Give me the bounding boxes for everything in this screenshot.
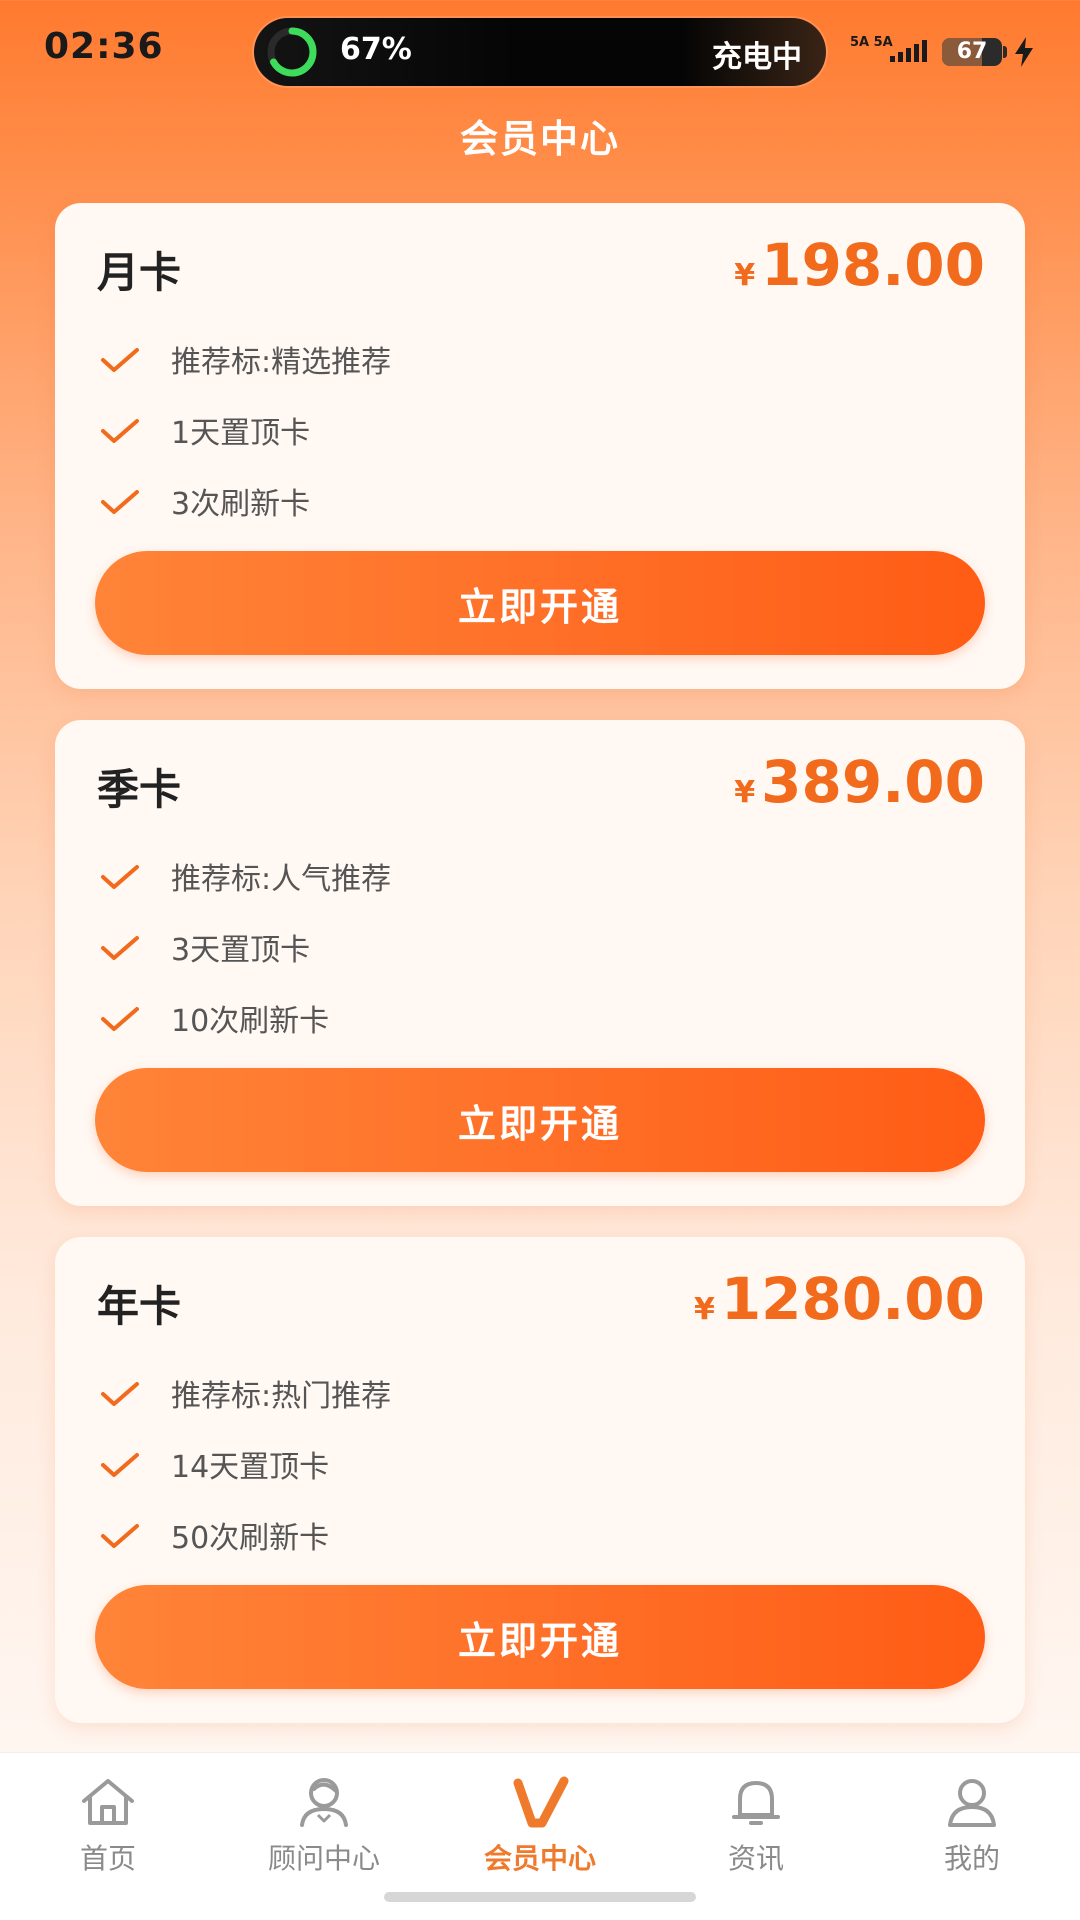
feature-text: 推荐标:精选推荐 [171,344,392,380]
currency-symbol: ¥ [693,1292,715,1327]
check-icon [101,1452,139,1477]
check-icon [101,418,139,443]
plan-name: 月卡 [97,248,182,297]
check-icon [101,1381,139,1406]
feature-item: 1天置顶卡 [97,394,391,465]
price-amount: 1280.00 [720,1265,985,1333]
status-time: 02:36 [44,26,164,67]
charging-percent: 67% [340,32,412,67]
check-icon [101,347,139,372]
feature-text: 14天置顶卡 [171,1449,330,1485]
advisor-icon [300,1778,348,1827]
feature-item: 推荐标:精选推荐 [97,323,391,394]
check-icon [101,489,139,514]
tab-label: 首页 [79,1842,136,1875]
signal-indicator: 5A 5A [850,36,930,70]
feature-item: 10次刷新卡 [97,982,391,1053]
subscribe-button[interactable]: 立即开通 [95,1585,985,1689]
battery-tip [1003,46,1007,58]
page-title: 会员中心 [459,117,620,161]
plan-price: ¥1280.00 [694,1265,985,1333]
status-bar: 02:36 67% 充电中 5A 5A 67 [0,0,1080,100]
feature-text: 3天置顶卡 [171,932,311,968]
feature-text: 推荐标:人气推荐 [171,861,392,897]
feature-text: 50次刷新卡 [171,1520,330,1556]
signal-bars-icon [890,40,927,62]
check-icon [101,1523,139,1548]
subscribe-button[interactable]: 立即开通 [95,551,985,655]
currency-symbol: ¥ [734,258,756,293]
battery-icon: 67 [942,38,1002,66]
plan-price: ¥198.00 [734,231,985,299]
feature-item: 3天置顶卡 [97,911,391,982]
currency-symbol: ¥ [734,775,756,810]
feature-list: 推荐标:人气推荐 3天置顶卡 10次刷新卡 [97,840,391,1053]
feature-text: 3次刷新卡 [171,486,311,522]
vip-icon [513,1776,569,1828]
price-amount: 198.00 [761,231,985,299]
plan-price: ¥389.00 [734,748,985,816]
plan-card-quarterly: 季卡 ¥389.00 推荐标:人气推荐 3天置顶卡 10次刷新卡 立即开通 [55,720,1025,1206]
home-indicator[interactable] [384,1892,696,1902]
bell-icon [732,1781,780,1825]
tab-label: 资讯 [727,1842,784,1875]
feature-item: 推荐标:热门推荐 [97,1357,391,1428]
charging-bolt-icon [1015,37,1033,67]
feature-text: 10次刷新卡 [171,1003,330,1039]
charging-ring-icon [267,27,317,77]
feature-item: 50次刷新卡 [97,1499,391,1570]
tab-label: 会员中心 [483,1842,596,1875]
feature-list: 推荐标:精选推荐 1天置顶卡 3次刷新卡 [97,323,391,536]
network-type-label: 5A 5A [850,35,893,50]
tab-profile[interactable]: 我的 [864,1775,1080,1885]
check-icon [101,1006,139,1031]
feature-item: 3次刷新卡 [97,465,391,536]
tab-member-center[interactable]: 会员中心 [432,1775,648,1885]
plan-card-yearly: 年卡 ¥1280.00 推荐标:热门推荐 14天置顶卡 50次刷新卡 立即开通 [55,1237,1025,1723]
charging-status: 充电中 [712,40,802,75]
feature-item: 推荐标:人气推荐 [97,840,391,911]
plan-card-monthly: 月卡 ¥198.00 推荐标:精选推荐 1天置顶卡 3次刷新卡 立即开通 [55,203,1025,689]
plan-name: 季卡 [97,765,182,814]
tab-news[interactable]: 资讯 [648,1775,864,1885]
charging-island: 67% 充电中 [254,18,826,86]
battery-level-text: 67 [956,39,988,64]
home-icon [82,1779,134,1825]
plan-name: 年卡 [97,1282,182,1331]
subscribe-button[interactable]: 立即开通 [95,1068,985,1172]
tab-label: 顾问中心 [267,1842,380,1875]
feature-list: 推荐标:热门推荐 14天置顶卡 50次刷新卡 [97,1357,391,1570]
feature-text: 1天置顶卡 [171,415,311,451]
feature-item: 14天置顶卡 [97,1428,391,1499]
feature-text: 推荐标:热门推荐 [171,1378,392,1414]
check-icon [101,864,139,889]
profile-icon [948,1779,996,1827]
tab-advisor-center[interactable]: 顾问中心 [216,1775,432,1885]
price-amount: 389.00 [761,748,985,816]
check-icon [101,935,139,960]
tab-home[interactable]: 首页 [0,1775,216,1885]
tab-label: 我的 [943,1842,1000,1875]
